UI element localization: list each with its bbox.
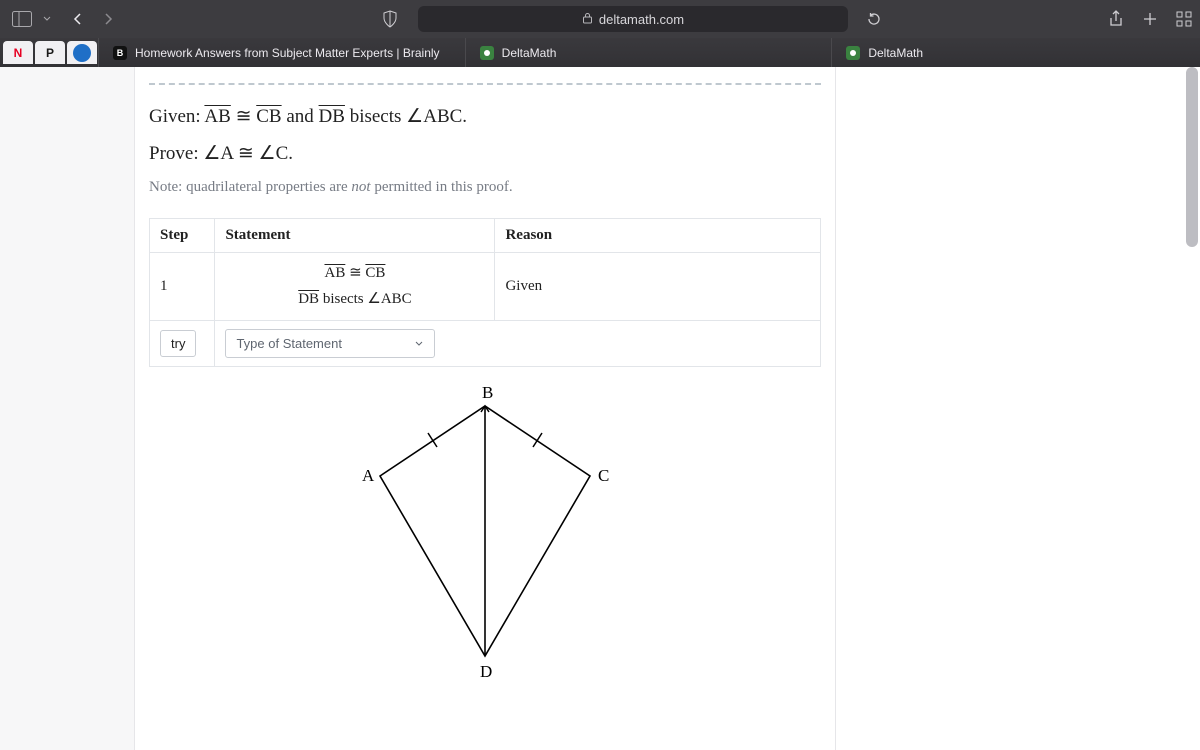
table-header-row: Step Statement Reason <box>150 219 821 253</box>
content-area: Given: AB ≅ CB and DB bisects ∠ABC. Prov… <box>0 67 1200 750</box>
tab-deltamath-2[interactable]: DeltaMath <box>831 38 1198 67</box>
pinned-tab-2[interactable]: P <box>35 41 65 64</box>
note-text: Note: quadrilateral properties are not p… <box>149 179 821 196</box>
label-b: B <box>482 383 493 402</box>
brainly-favicon-icon: B <box>113 46 127 60</box>
word-and: and <box>286 106 313 127</box>
tab-overview-icon[interactable] <box>1176 11 1192 27</box>
url-text: deltamath.com <box>599 12 684 27</box>
congruent-symbol: ≅ <box>236 106 252 127</box>
proof-table: Step Statement Reason 1 AB ≅ CB DB <box>149 218 821 367</box>
label-c: C <box>598 466 609 485</box>
label-a: A <box>362 466 375 485</box>
tab-label: Homework Answers from Subject Matter Exp… <box>135 46 440 60</box>
word-bisects: bisects <box>350 106 402 127</box>
segment-db: DB <box>298 291 319 307</box>
table-row: try Type of Statement <box>150 321 821 367</box>
problem-page: Given: AB ≅ CB and DB bisects ∠ABC. Prov… <box>135 83 835 701</box>
congruent-symbol: ≅ <box>238 143 254 164</box>
angle-symbol: ∠ <box>406 106 423 127</box>
scrollbar-track[interactable] <box>1187 67 1199 750</box>
figure-container: B A C D <box>149 381 821 681</box>
segment-ab: AB <box>204 106 230 127</box>
try-cell: try <box>150 321 215 367</box>
word-bisects: bisects <box>323 291 364 307</box>
pinned-tab-1[interactable]: N <box>3 41 33 64</box>
tab-brainly[interactable]: B Homework Answers from Subject Matter E… <box>98 38 465 67</box>
prove-statement: Prove: ∠A ≅ ∠C. <box>149 142 821 165</box>
note-post: permitted in this proof. <box>374 179 512 195</box>
pinned-tab-3[interactable] <box>67 41 97 64</box>
tracking-shield-icon[interactable] <box>382 10 398 28</box>
browser-toolbar: deltamath.com <box>0 0 1200 38</box>
angle-symbol: ∠ <box>367 291 380 307</box>
angle-symbol: ∠ <box>259 143 276 164</box>
segment-cb: CB <box>256 106 281 127</box>
share-icon[interactable] <box>1108 10 1124 28</box>
step-number: 1 <box>150 253 215 321</box>
reason-cell: Given <box>495 253 821 321</box>
header-statement: Statement <box>215 219 495 253</box>
forward-button-icon[interactable] <box>100 11 116 27</box>
tab-strip: N P B Homework Answers from Subject Matt… <box>0 38 1200 67</box>
segment-cb: CB <box>365 265 385 281</box>
angle-c: C <box>276 143 289 164</box>
sidebar-toggle-icon[interactable] <box>8 8 36 30</box>
deltamath-favicon-icon <box>480 46 494 60</box>
tab-label: DeltaMath <box>502 46 557 60</box>
note-em: not <box>351 179 370 195</box>
try-button[interactable]: try <box>160 330 196 357</box>
table-row: 1 AB ≅ CB DB bisects ∠ABC <box>150 253 821 321</box>
new-tab-icon[interactable] <box>1142 11 1158 27</box>
sidebar-caret-icon[interactable] <box>42 14 52 24</box>
period: . <box>288 143 293 164</box>
label-d: D <box>480 662 492 681</box>
header-reason: Reason <box>495 219 821 253</box>
deltamath-favicon-icon <box>846 46 860 60</box>
angle-a: A <box>220 143 233 164</box>
back-button-icon[interactable] <box>70 11 86 27</box>
tab-deltamath-1[interactable]: DeltaMath <box>465 38 832 67</box>
select-placeholder: Type of Statement <box>236 336 342 351</box>
left-gutter <box>0 67 135 750</box>
chevron-down-icon <box>414 339 424 349</box>
prove-label: Prove: <box>149 143 199 164</box>
geometry-figure: B A C D <box>340 381 630 681</box>
angle-abc: ABC <box>423 106 462 127</box>
reload-icon[interactable] <box>866 11 882 27</box>
angle-symbol: ∠ <box>203 143 220 164</box>
period: . <box>462 106 467 127</box>
congruent-symbol: ≅ <box>349 265 362 281</box>
given-statement: Given: AB ≅ CB and DB bisects ∠ABC. <box>149 105 821 128</box>
lock-icon <box>582 12 593 27</box>
header-step: Step <box>150 219 215 253</box>
segment-db: DB <box>319 106 345 127</box>
angle-abc: ABC <box>381 291 412 307</box>
scrollbar-thumb[interactable] <box>1186 67 1198 247</box>
type-of-statement-select[interactable]: Type of Statement <box>225 329 435 358</box>
type-cell: Type of Statement <box>215 321 821 367</box>
tab-label: DeltaMath <box>868 46 923 60</box>
address-bar[interactable]: deltamath.com <box>418 6 848 32</box>
section-divider <box>149 83 821 85</box>
note-pre: Note: quadrilateral properties are <box>149 179 348 195</box>
segment-ab: AB <box>324 265 345 281</box>
given-label: Given: <box>149 106 201 127</box>
statement-cell: AB ≅ CB DB bisects ∠ABC <box>215 253 495 321</box>
right-gutter <box>835 67 1200 750</box>
